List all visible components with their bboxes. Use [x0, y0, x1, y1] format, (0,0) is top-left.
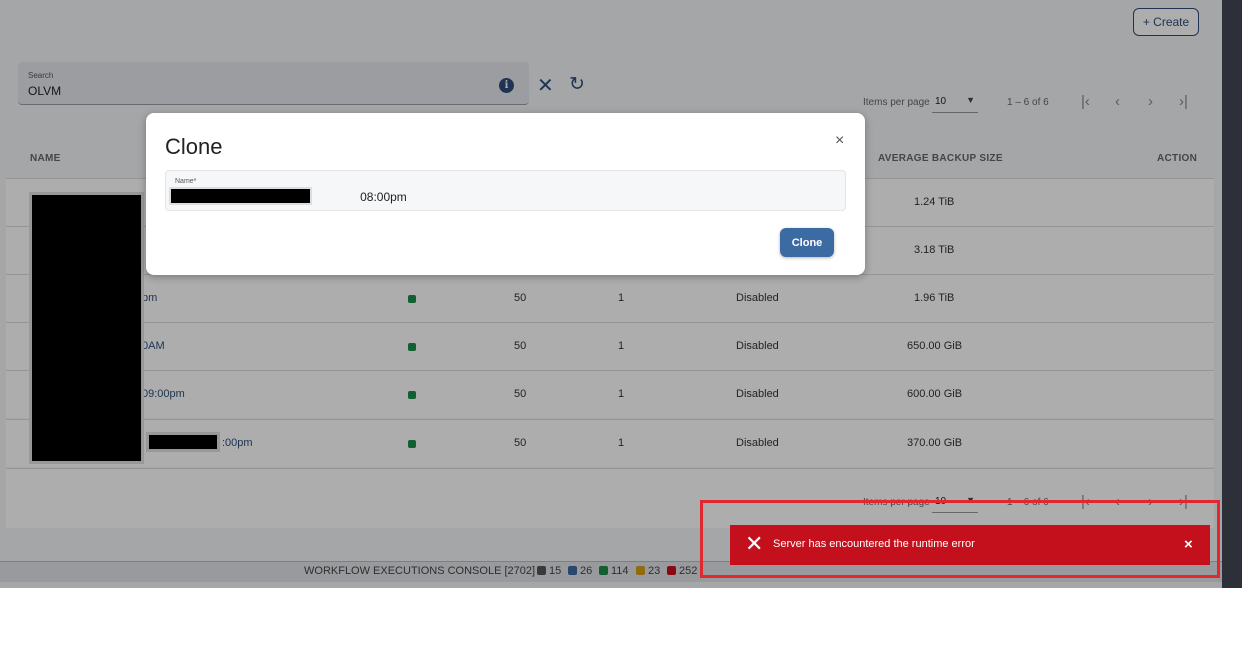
dialog-title: Clone [165, 134, 223, 159]
name-label: Name* [175, 178, 197, 185]
clone-dialog: Clone × Name* XXXXXXXXXXXXXXXXXXXXXXX08:… [146, 113, 865, 275]
toast-message: Server has encountered the runtime error [773, 538, 975, 550]
right-scroll-region [1222, 0, 1242, 588]
close-icon[interactable]: × [835, 132, 844, 150]
error-x-icon: ✕ [745, 531, 764, 556]
clone-button[interactable]: Clone [780, 228, 834, 257]
redacted-block [169, 187, 312, 205]
toast-close-icon[interactable]: × [1184, 536, 1193, 553]
name-input[interactable]: Name* XXXXXXXXXXXXXXXXXXXXXXX08:00pm [165, 170, 846, 211]
error-toast: ✕ Server has encountered the runtime err… [730, 525, 1210, 565]
